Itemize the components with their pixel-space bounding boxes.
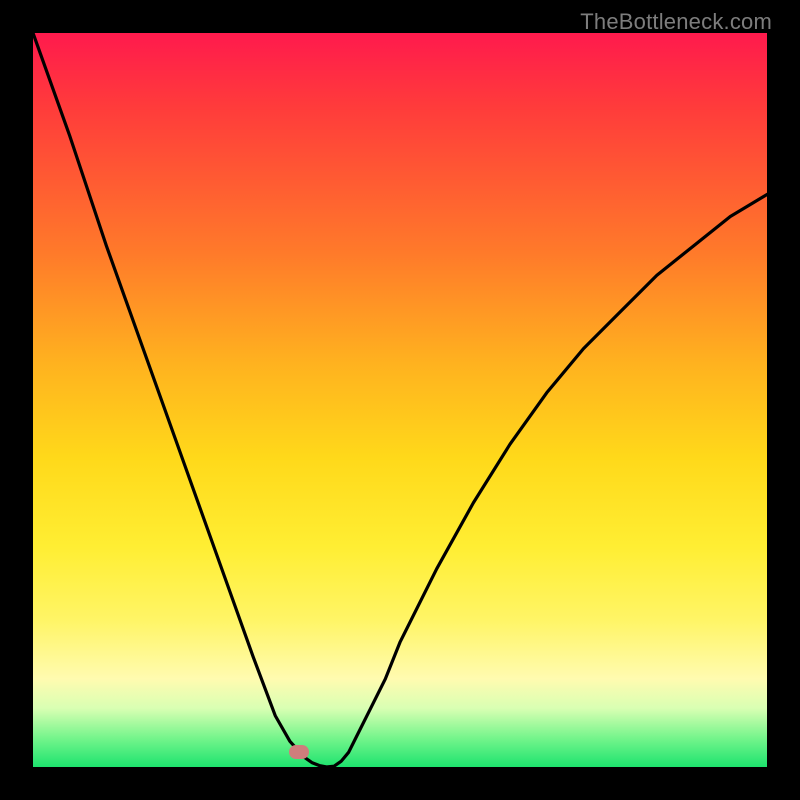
optimum-marker (289, 745, 309, 759)
bottleneck-curve (33, 33, 767, 767)
watermark-text: TheBottleneck.com (580, 9, 772, 35)
outer-frame: TheBottleneck.com (0, 0, 800, 800)
